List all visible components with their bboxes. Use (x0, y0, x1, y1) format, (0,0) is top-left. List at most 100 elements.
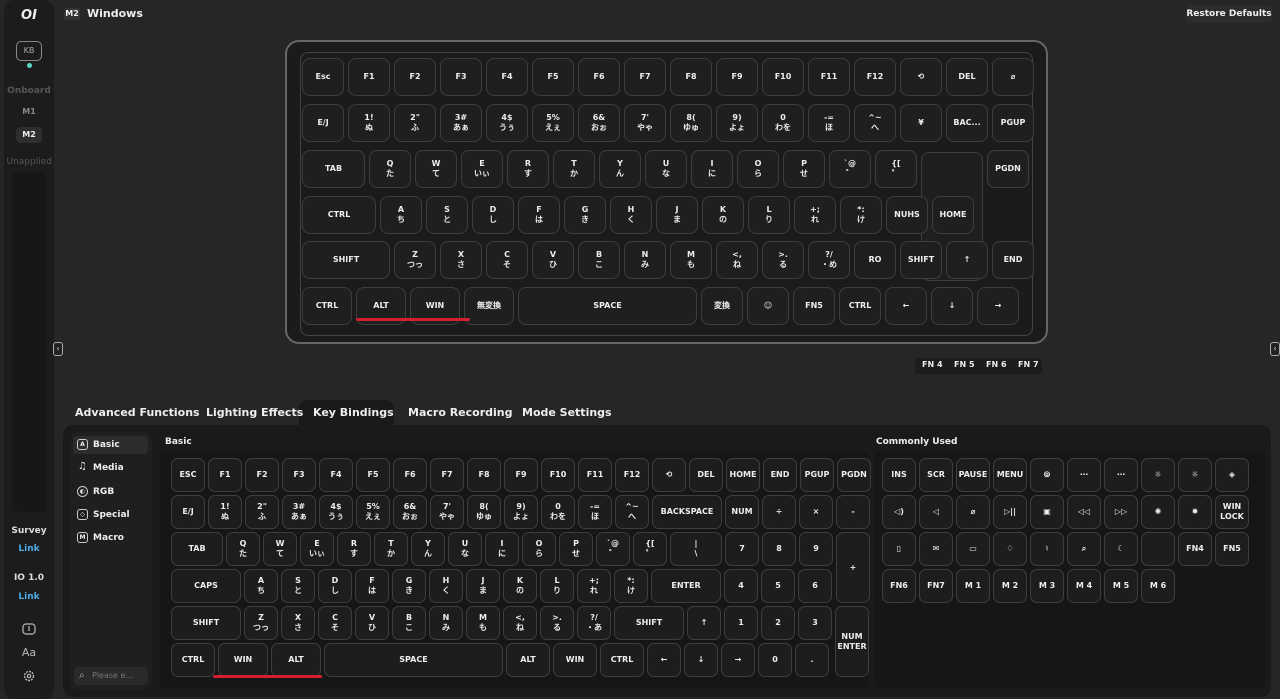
common-key-8-symbol[interactable] (1141, 532, 1175, 566)
key-v[interactable]: Vひ (532, 241, 574, 279)
key-r[interactable]: Rす (507, 150, 549, 188)
fn-layer-4[interactable]: FN 4 (922, 360, 943, 369)
restore-defaults-button[interactable]: Restore Defaults (1186, 5, 1272, 23)
key-f1[interactable]: F1 (348, 58, 390, 96)
basic-key-3[interactable]: 3# あぁ (282, 495, 316, 529)
key-f12[interactable]: F12 (854, 58, 896, 96)
basic-key-symbol[interactable]: `@ ゛ (596, 532, 630, 566)
key-3[interactable]: 3# あぁ (440, 104, 482, 142)
key-symbol[interactable]: >. る (762, 241, 804, 279)
key-pgdn[interactable]: PGDN (987, 150, 1029, 188)
key-m[interactable]: Mも (670, 241, 712, 279)
key-f6[interactable]: F6 (578, 58, 620, 96)
basic-key-symbol[interactable]: ↑ (687, 606, 721, 640)
basic-key-f3[interactable]: F3 (282, 458, 316, 492)
key-9[interactable]: 9) よょ (716, 104, 758, 142)
basic-key-symbol[interactable]: ÷ (762, 495, 796, 529)
common-key-3-pause[interactable]: PAUSE (956, 458, 990, 492)
basic-key-symbol[interactable]: ← (647, 643, 681, 677)
basic-key-alt[interactable]: ALT (506, 643, 550, 677)
category-basic[interactable]: A Basic (73, 436, 148, 454)
common-key-6-symbol[interactable]: ⌕ (1067, 532, 1101, 566)
basic-key-shift[interactable]: SHIFT (614, 606, 684, 640)
key-symbol[interactable]: ↑ (946, 241, 988, 279)
tab-mode-settings[interactable]: Mode Settings (522, 406, 612, 419)
fn-layer-7[interactable]: FN 7 (1018, 360, 1039, 369)
basic-key-7[interactable]: 7 (725, 532, 759, 566)
basic-key-f5[interactable]: F5 (356, 458, 390, 492)
common-key-2-symbol[interactable]: ◁ (919, 495, 953, 529)
basic-key-ctrl[interactable]: CTRL (600, 643, 644, 677)
basic-key-x[interactable]: Xさ (281, 606, 315, 640)
basic-key-tab[interactable]: TAB (171, 532, 223, 566)
key-ctrl[interactable]: CTRL (839, 287, 881, 325)
basic-key-0[interactable]: 0 わを (541, 495, 575, 529)
common-key-5-symbol[interactable]: ⦾ (1030, 458, 1064, 492)
category-media[interactable]: ♫ Media (73, 459, 148, 477)
common-key-6-m-4[interactable]: M 4 (1067, 569, 1101, 603)
key-s[interactable]: Sと (426, 196, 468, 234)
key-0[interactable]: 0 わを (762, 104, 804, 142)
key-pgup[interactable]: PGUP (992, 104, 1034, 142)
basic-key-e[interactable]: E いぃ (300, 532, 334, 566)
basic-key-8[interactable]: 8 (762, 532, 796, 566)
key-1[interactable]: 1! ぬ (348, 104, 390, 142)
basic-key-s[interactable]: Sと (281, 569, 315, 603)
tab-lighting-effects[interactable]: Lighting Effects (206, 406, 303, 419)
basic-key-f[interactable]: Fは (355, 569, 389, 603)
survey-link[interactable]: Link (4, 544, 54, 554)
key-w[interactable]: Wて (415, 150, 457, 188)
common-key-7-m-5[interactable]: M 5 (1104, 569, 1138, 603)
common-key-3-symbol[interactable]: ▭ (956, 532, 990, 566)
key-n[interactable]: Nみ (624, 241, 666, 279)
key-i[interactable]: Iに (691, 150, 733, 188)
basic-key-z[interactable]: Z つっ (244, 606, 278, 640)
key-c[interactable]: Cそ (486, 241, 528, 279)
basic-key-f2[interactable]: F2 (245, 458, 279, 492)
basic-key-j[interactable]: Jま (466, 569, 500, 603)
basic-key-alt[interactable]: ALT (271, 643, 321, 677)
common-key-1-symbol[interactable]: ▯ (882, 532, 916, 566)
basic-key-symbol[interactable]: → (721, 643, 755, 677)
basic-key-3[interactable]: 3 (798, 606, 832, 640)
key-f5[interactable]: F5 (532, 58, 574, 96)
basic-key-del[interactable]: DEL (689, 458, 723, 492)
common-key-9-symbol[interactable]: ☼ (1178, 458, 1212, 492)
basic-key-enter[interactable]: ENTER (651, 569, 721, 603)
basic-key-symbol[interactable]: + (836, 532, 870, 603)
basic-key-end[interactable]: END (763, 458, 797, 492)
basic-key-pgup[interactable]: PGUP (800, 458, 834, 492)
key-y[interactable]: Yん (599, 150, 641, 188)
basic-key-e-j[interactable]: E/J (171, 495, 205, 529)
key-symbol[interactable]: → (977, 287, 1019, 325)
key-symbol[interactable]: +; れ (794, 196, 836, 234)
basic-key-6[interactable]: 6& おぉ (393, 495, 427, 529)
key-q[interactable]: Qた (369, 150, 411, 188)
basic-key-y[interactable]: Yん (411, 532, 445, 566)
font-icon[interactable]: Aa (21, 646, 37, 660)
basic-key-f10[interactable]: F10 (541, 458, 575, 492)
key-e[interactable]: E いぃ (461, 150, 503, 188)
fn-layer-6[interactable]: FN 6 (986, 360, 1007, 369)
common-key-9-fn4[interactable]: FN4 (1178, 532, 1212, 566)
basic-key-n[interactable]: Nみ (429, 606, 463, 640)
common-key-4-symbol[interactable]: ♢ (993, 532, 1027, 566)
basic-key-9[interactable]: 9) よょ (504, 495, 538, 529)
key-a[interactable]: Aち (380, 196, 422, 234)
basic-key-symbol[interactable]: >. る (540, 606, 574, 640)
key-f10[interactable]: F10 (762, 58, 804, 96)
basic-key-1[interactable]: 1! ぬ (208, 495, 242, 529)
common-key-10-fn5[interactable]: FN5 (1215, 532, 1249, 566)
basic-key-space[interactable]: SPACE (324, 643, 503, 677)
common-key-2-scr[interactable]: SCR (919, 458, 953, 492)
basic-key-f4[interactable]: F4 (319, 458, 353, 492)
basic-key-5[interactable]: 5 (761, 569, 795, 603)
common-key-7-symbol[interactable]: ▷▷ (1104, 495, 1138, 529)
basic-key-backspace[interactable]: BACKSPACE (652, 495, 722, 529)
basic-key-2[interactable]: 2" ふ (245, 495, 279, 529)
basic-key-a[interactable]: Aち (244, 569, 278, 603)
common-key-8-symbol[interactable]: ☼ (1141, 458, 1175, 492)
key-end[interactable]: END (992, 241, 1034, 279)
basic-key-v[interactable]: Vひ (355, 606, 389, 640)
collapse-right-icon[interactable]: ‹ (1270, 342, 1280, 356)
